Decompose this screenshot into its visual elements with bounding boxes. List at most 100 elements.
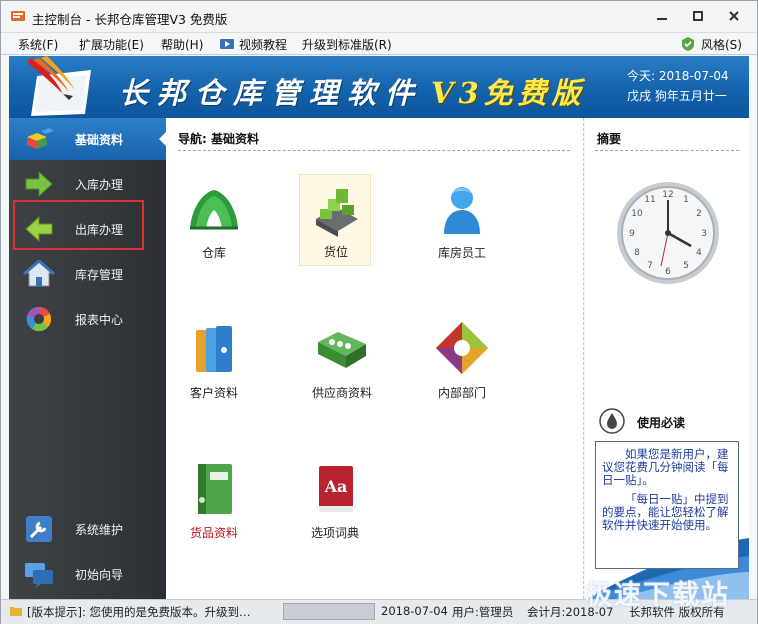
menu-help[interactable]: 帮助(H)	[161, 36, 203, 53]
status-date: 2018-07-04	[381, 604, 448, 618]
main-window: 主控制台 - 长邦仓库管理V3 免费版 系统(F) 扩展功能(E) 帮助(H) …	[0, 0, 758, 624]
app-banner: 长邦仓库管理软件 V3免费版 今天: 2018-07-04 戊戌 狗年五月廿一	[9, 56, 749, 118]
notice-title: 使用必读	[637, 416, 686, 430]
arrow-right-icon	[25, 170, 53, 198]
notice-paragraph: 如果您是新用户，建议您花费几分钟阅读「每日一贴」。	[602, 447, 729, 487]
summary-panel: 摘要 12 1 2 3 4 5 6 7 8 9 10 11 使用必读 如果您是新…	[585, 118, 749, 599]
window-title: 主控制台 - 长邦仓库管理V3 免费版	[32, 12, 228, 27]
status-hint: [版本提示]: 您使用的是免费版本。升级到…	[27, 605, 251, 619]
clock-number: 3	[701, 229, 707, 239]
status-progress	[283, 603, 375, 620]
sidebar-item-stock-in[interactable]: 入库办理	[9, 163, 166, 205]
clock-number: 11	[644, 195, 655, 205]
close-button[interactable]	[721, 7, 747, 27]
clock-number: 7	[647, 261, 653, 271]
tile-products[interactable]: 货品资料	[178, 456, 250, 548]
summary-title: 摘要	[597, 132, 622, 146]
chat-icon	[25, 563, 53, 588]
main-content: 导航: 基础资料 仓库 货位 库房员工 客户资料 供应商资料 内部部门 货品资料…	[166, 118, 584, 599]
maximize-button[interactable]	[685, 7, 711, 27]
clock-number: 12	[662, 190, 673, 200]
today-date: 今天: 2018-07-04	[627, 69, 729, 83]
tile-label: 内部部门	[437, 386, 486, 400]
sidebar-item-reports[interactable]: 报表中心	[9, 298, 166, 340]
menu-upgrade[interactable]: 升级到标准版(R)	[302, 36, 392, 53]
summary-divider	[595, 150, 739, 151]
menu-extensions[interactable]: 扩展功能(E)	[79, 36, 144, 53]
sidebar-item-label: 系统维护	[75, 523, 124, 537]
tile-label: 货品资料	[189, 526, 238, 540]
sidebar-item-label: 入库办理	[75, 178, 124, 192]
clock-icon: 12 1 2 3 4 5 6 7 8 9 10 11	[617, 182, 719, 284]
status-user: 用户:管理员	[452, 605, 514, 619]
sidebar-item-setup-wizard[interactable]: 初始向导	[9, 553, 166, 595]
video-icon	[220, 39, 234, 49]
maximize-icon	[693, 11, 703, 21]
sidebar-item-label: 报表中心	[75, 313, 124, 327]
menu-bar: 系统(F) 扩展功能(E) 帮助(H) 视频教程 升级到标准版(R) 风格(S)	[1, 33, 757, 55]
clock-number: 5	[683, 261, 689, 271]
logo-icon	[27, 56, 91, 116]
person-icon	[444, 187, 480, 234]
drop-icon	[599, 408, 625, 434]
tile-departments[interactable]: 内部部门	[426, 316, 498, 408]
title-bar: 主控制台 - 长邦仓库管理V3 免费版	[1, 1, 757, 33]
watermark: 极速下载站	[585, 580, 730, 611]
color-wheel-icon	[26, 306, 52, 332]
supplier-folder-icon	[318, 332, 366, 368]
house-icon	[23, 260, 55, 287]
tile-location[interactable]: 货位	[299, 174, 371, 266]
wrench-icon	[26, 516, 52, 542]
tile-label: 货位	[323, 245, 348, 259]
clock-number: 6	[665, 267, 671, 277]
tile-label: 选项词典	[310, 526, 359, 540]
close-icon	[729, 11, 739, 21]
tile-suppliers[interactable]: 供应商资料	[306, 316, 378, 408]
clock-number: 1	[683, 195, 689, 205]
lunar-date: 戊戌 狗年五月廿一	[627, 89, 727, 103]
svg-text:Aa: Aa	[324, 477, 348, 496]
clock-number: 8	[634, 248, 640, 258]
sidebar-item-label: 库存管理	[75, 268, 124, 282]
sidebar-item-label: 基础资料	[75, 133, 124, 147]
sidebar: 基础资料 入库办理 出库办理 库存管理 报表中心 系统维护 初始向导	[9, 118, 167, 599]
notice-box: 如果您是新用户，建议您花费几分钟阅读「每日一贴」。 「每日一贴」中提到的要点，能…	[595, 441, 739, 569]
clock-number: 2	[696, 209, 702, 219]
shelf-icon	[316, 189, 358, 237]
tile-label: 客户资料	[189, 386, 238, 400]
sidebar-item-basic-data[interactable]: 基础资料	[9, 118, 167, 160]
banner-version: V3免费版	[431, 76, 586, 110]
green-binder-icon	[198, 464, 232, 514]
binders-icon	[196, 326, 232, 372]
tile-label: 仓库	[201, 246, 226, 260]
tile-dictionary[interactable]: Aa 选项词典	[299, 456, 371, 548]
nav-title: 导航: 基础资料	[178, 132, 259, 146]
clock-number: 9	[629, 229, 635, 239]
banner-title: 长邦仓库管理软件	[119, 76, 424, 110]
nav-divider	[178, 150, 570, 151]
menu-video-tutorial[interactable]: 视频教程	[239, 36, 287, 53]
blocks-icon	[27, 128, 54, 149]
sidebar-item-inventory[interactable]: 库存管理	[9, 253, 166, 295]
skin-icon	[682, 37, 694, 51]
clock-number: 4	[696, 248, 702, 258]
highlight-box	[13, 200, 144, 250]
clock-number: 10	[631, 209, 643, 219]
tile-label: 库房员工	[437, 246, 486, 260]
tile-warehouse[interactable]: 仓库	[178, 176, 250, 268]
app-icon	[11, 11, 25, 21]
sidebar-item-maintenance[interactable]: 系统维护	[9, 508, 166, 550]
tent-icon	[190, 190, 238, 230]
tile-label: 供应商资料	[311, 386, 372, 400]
minimize-icon	[657, 18, 667, 20]
minimize-button[interactable]	[649, 7, 675, 27]
sidebar-item-label: 初始向导	[75, 568, 124, 582]
department-icon	[436, 322, 488, 374]
tile-customers[interactable]: 客户资料	[178, 316, 250, 408]
tile-staff[interactable]: 库房员工	[426, 176, 498, 268]
folder-icon	[10, 607, 22, 616]
dictionary-icon: Aa	[319, 466, 353, 512]
menu-skin[interactable]: 风格(S)	[701, 36, 742, 53]
notice-paragraph: 「每日一贴」中提到的要点，能让您轻松了解软件并快速开始使用。	[602, 492, 729, 532]
menu-system[interactable]: 系统(F)	[18, 36, 58, 53]
